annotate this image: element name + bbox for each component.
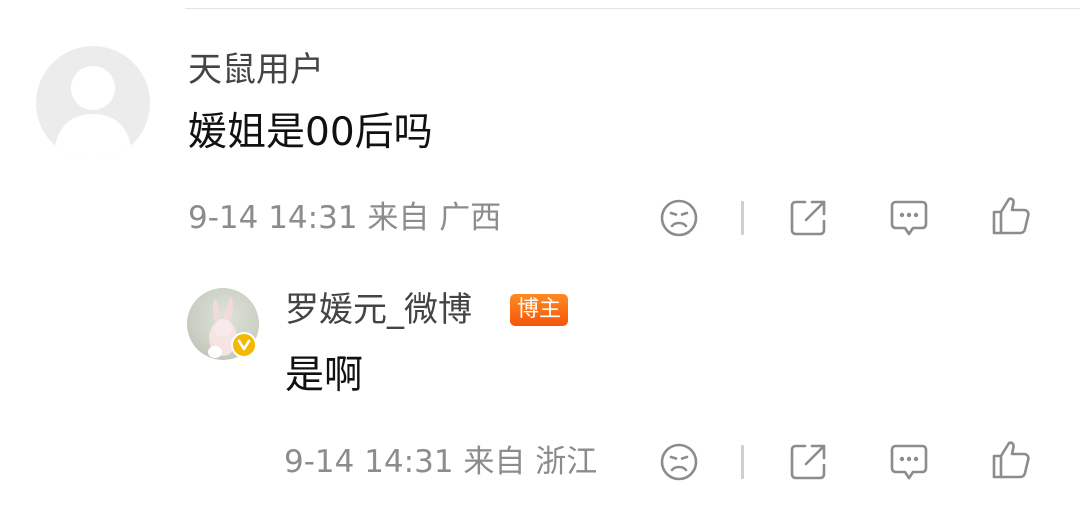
share-icon[interactable] xyxy=(786,196,830,240)
action-separator xyxy=(741,445,744,479)
reply-meta: 9-14 14:31 来自 浙江 xyxy=(284,444,598,480)
reply-username[interactable]: 罗媛元_微博 xyxy=(285,290,472,330)
blogger-badge: 博主 xyxy=(510,294,569,326)
comment-username[interactable]: 天鼠用户 xyxy=(188,50,324,90)
verified-badge-icon xyxy=(231,332,257,358)
default-avatar-icon xyxy=(54,66,132,160)
like-icon[interactable] xyxy=(990,438,1034,482)
comment-text: 媛姐是00后吗 xyxy=(188,110,433,155)
reply-text: 是啊 xyxy=(285,353,364,398)
action-separator xyxy=(741,201,744,235)
emoji-icon[interactable] xyxy=(657,440,701,484)
user-avatar[interactable] xyxy=(36,46,150,160)
comment-icon[interactable] xyxy=(887,440,931,484)
share-icon[interactable] xyxy=(786,440,830,484)
comment-icon[interactable] xyxy=(887,196,931,240)
like-icon[interactable] xyxy=(990,194,1034,238)
emoji-icon[interactable] xyxy=(657,196,701,240)
top-divider xyxy=(185,8,1080,9)
comment-meta: 9-14 14:31 来自 广西 xyxy=(188,200,502,236)
